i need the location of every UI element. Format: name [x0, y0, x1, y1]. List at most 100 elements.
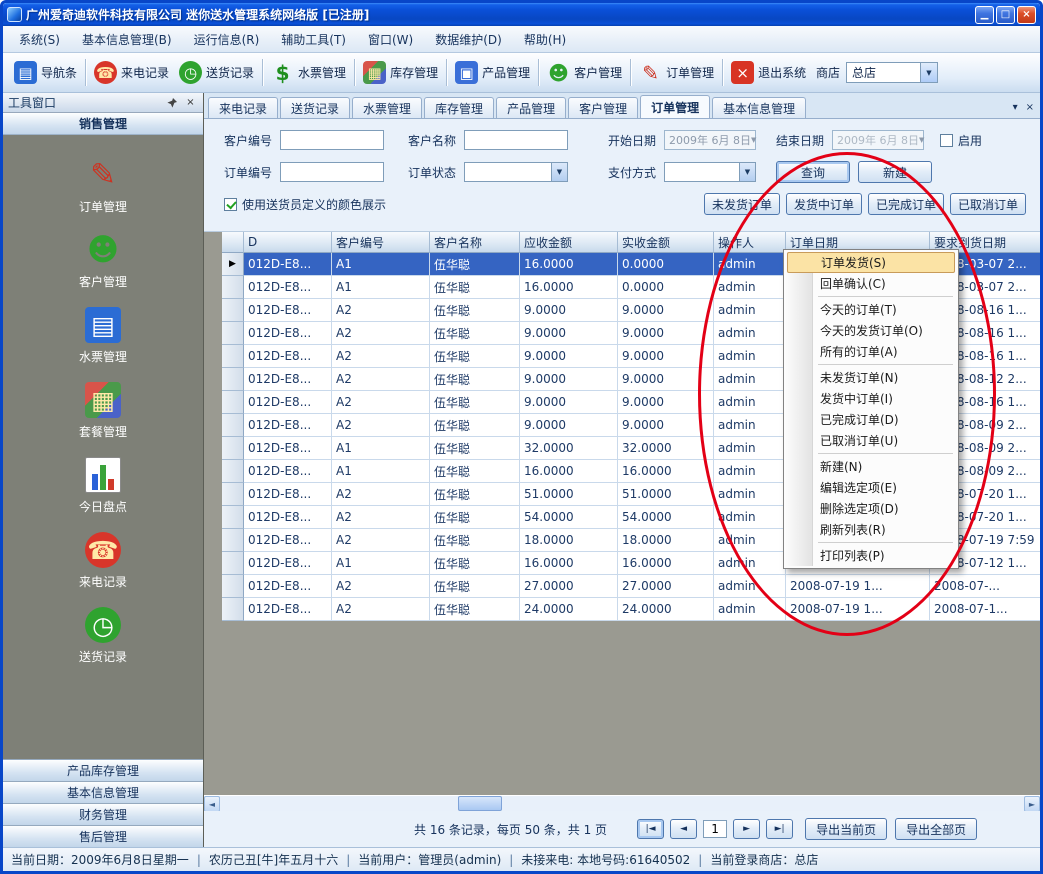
tab-base-info[interactable]: 基本信息管理 [712, 97, 806, 118]
new-button[interactable]: 新建 [858, 161, 932, 183]
toolbar-delivery-record-button[interactable]: ◷送货记录 [174, 58, 259, 87]
menu-item-aux-tools[interactable]: 辅助工具(T) [271, 27, 356, 52]
toolbar-customer-button[interactable]: ☻客户管理 [542, 58, 627, 87]
row-selector[interactable] [222, 575, 244, 598]
chevron-down-icon[interactable]: ▼ [919, 136, 927, 144]
enable-date-checkbox[interactable] [940, 134, 953, 147]
column-header-0[interactable]: D [244, 232, 332, 253]
first-page-button[interactable]: |◄ [637, 819, 664, 839]
sidebar-group-0[interactable]: 产品库存管理 [3, 759, 203, 781]
customer-name-input[interactable] [464, 130, 568, 150]
context-menu-item[interactable]: 刷新列表(R) [786, 519, 956, 540]
column-header-2[interactable]: 客户名称 [430, 232, 520, 253]
context-menu-item[interactable]: 回单确认(C) [786, 273, 956, 294]
context-menu-item[interactable]: 编辑选定项(E) [786, 477, 956, 498]
row-selector[interactable] [222, 299, 244, 322]
minimize-button[interactable]: ▁ [975, 6, 994, 24]
query-button[interactable]: 查询 [776, 161, 850, 183]
tab-incoming-call[interactable]: 来电记录 [208, 97, 278, 118]
row-selector[interactable] [222, 483, 244, 506]
row-selector[interactable] [222, 345, 244, 368]
start-date-picker[interactable]: 2009年 6月 8日 ▼ [664, 130, 756, 150]
table-row[interactable]: 012D-E8...A2伍华聪27.000027.0000admin2008-0… [222, 575, 1040, 598]
toolbar-order-button[interactable]: ✎订单管理 [634, 58, 719, 87]
column-header-4[interactable]: 实收金额 [618, 232, 714, 253]
pin-icon[interactable] [164, 96, 179, 110]
chevron-down-icon[interactable]: ▼ [751, 136, 759, 144]
tab-order[interactable]: 订单管理 [640, 95, 710, 118]
horizontal-scrollbar[interactable]: ◄ ► [204, 795, 1040, 811]
context-menu-item[interactable]: 删除选定项(D) [786, 498, 956, 519]
sidebar-group-2[interactable]: 财务管理 [3, 803, 203, 825]
chevron-down-icon[interactable]: ▼ [920, 63, 937, 82]
customer-no-input[interactable] [280, 130, 384, 150]
end-date-picker[interactable]: 2009年 6月 8日 ▼ [832, 130, 924, 150]
context-menu-item[interactable]: 已取消订单(U) [786, 430, 956, 451]
sidebar-item-today-check[interactable]: 今日盘点 [3, 449, 203, 524]
tab-customer[interactable]: 客户管理 [568, 97, 638, 118]
menu-item-system[interactable]: 系统(S) [9, 27, 70, 52]
sidebar-item-customer-manage[interactable]: ☻客户管理 [3, 224, 203, 299]
chevron-down-icon[interactable]: ▼ [551, 163, 567, 181]
tab-product[interactable]: 产品管理 [496, 97, 566, 118]
close-button[interactable]: × [1017, 6, 1036, 24]
sidebar-item-water-ticket-manage[interactable]: ▤水票管理 [3, 299, 203, 374]
row-selector[interactable] [222, 391, 244, 414]
menu-item-data-maintain[interactable]: 数据维护(D) [425, 27, 512, 52]
chevron-down-icon[interactable]: ▼ [739, 163, 755, 181]
toolbar-incoming-call-button[interactable]: ☎来电记录 [89, 58, 174, 87]
context-menu-item[interactable]: 订单发货(S) [787, 252, 955, 273]
menu-item-help[interactable]: 帮助(H) [514, 27, 576, 52]
scrollbar-track[interactable] [220, 796, 1024, 811]
status-filter-button-1[interactable]: 发货中订单 [786, 193, 862, 215]
scroll-right-icon[interactable]: ► [1024, 796, 1040, 812]
context-menu-item[interactable]: 今天的订单(T) [786, 299, 956, 320]
row-selector[interactable] [222, 552, 244, 575]
row-selector[interactable] [222, 322, 244, 345]
row-selector[interactable] [222, 529, 244, 552]
close-icon[interactable]: × [183, 96, 198, 110]
sidebar-item-delivery-record[interactable]: ◷送货记录 [3, 599, 203, 674]
tab-scroll-icon[interactable]: ▾ [1013, 102, 1018, 113]
status-filter-button-2[interactable]: 已完成订单 [868, 193, 944, 215]
column-header-5[interactable]: 操作人 [714, 232, 786, 253]
context-menu-item[interactable]: 未发货订单(N) [786, 367, 956, 388]
tab-inventory[interactable]: 库存管理 [424, 97, 494, 118]
status-filter-button-0[interactable]: 未发货订单 [704, 193, 780, 215]
context-menu-item[interactable]: 已完成订单(D) [786, 409, 956, 430]
row-selector[interactable] [222, 368, 244, 391]
next-page-button[interactable]: ► [733, 819, 760, 839]
toolbar-navigator-button[interactable]: ▤导航条 [9, 58, 82, 87]
context-menu-item[interactable]: 所有的订单(A) [786, 341, 956, 362]
scroll-left-icon[interactable]: ◄ [204, 796, 220, 812]
export-current-page-button[interactable]: 导出当前页 [805, 818, 887, 840]
scrollbar-thumb[interactable] [458, 796, 502, 811]
order-no-input[interactable] [280, 162, 384, 182]
page-number-input[interactable] [703, 820, 727, 838]
toolbar-product-button[interactable]: ▣产品管理 [450, 58, 535, 87]
color-display-checkbox[interactable] [224, 198, 237, 211]
row-selector[interactable] [222, 598, 244, 621]
order-status-select[interactable]: ▼ [464, 162, 568, 182]
tab-water-ticket[interactable]: 水票管理 [352, 97, 422, 118]
sidebar-group-sales[interactable]: 销售管理 [3, 113, 203, 135]
last-page-button[interactable]: ►| [766, 819, 793, 839]
context-menu-item[interactable]: 新建(N) [786, 456, 956, 477]
table-row[interactable]: 012D-E8...A2伍华聪24.000024.0000admin2008-0… [222, 598, 1040, 621]
pay-method-select[interactable]: ▼ [664, 162, 756, 182]
row-selector[interactable]: ▶ [222, 253, 244, 276]
context-menu-item[interactable]: 发货中订单(I) [786, 388, 956, 409]
sidebar-group-1[interactable]: 基本信息管理 [3, 781, 203, 803]
row-selector[interactable] [222, 460, 244, 483]
row-selector[interactable] [222, 276, 244, 299]
tab-close-icon[interactable]: × [1026, 102, 1034, 113]
status-filter-button-3[interactable]: 已取消订单 [950, 193, 1026, 215]
maximize-button[interactable]: □ [996, 6, 1015, 24]
menu-item-window[interactable]: 窗口(W) [358, 27, 423, 52]
toolbar-exit-button[interactable]: ×退出系统 [726, 58, 811, 87]
tab-delivery-record[interactable]: 送货记录 [280, 97, 350, 118]
menu-item-base-info[interactable]: 基本信息管理(B) [72, 27, 182, 52]
sidebar-group-3[interactable]: 售后管理 [3, 825, 203, 847]
sidebar-item-package-manage[interactable]: ▦套餐管理 [3, 374, 203, 449]
sidebar-item-incoming-call[interactable]: ☎来电记录 [3, 524, 203, 599]
